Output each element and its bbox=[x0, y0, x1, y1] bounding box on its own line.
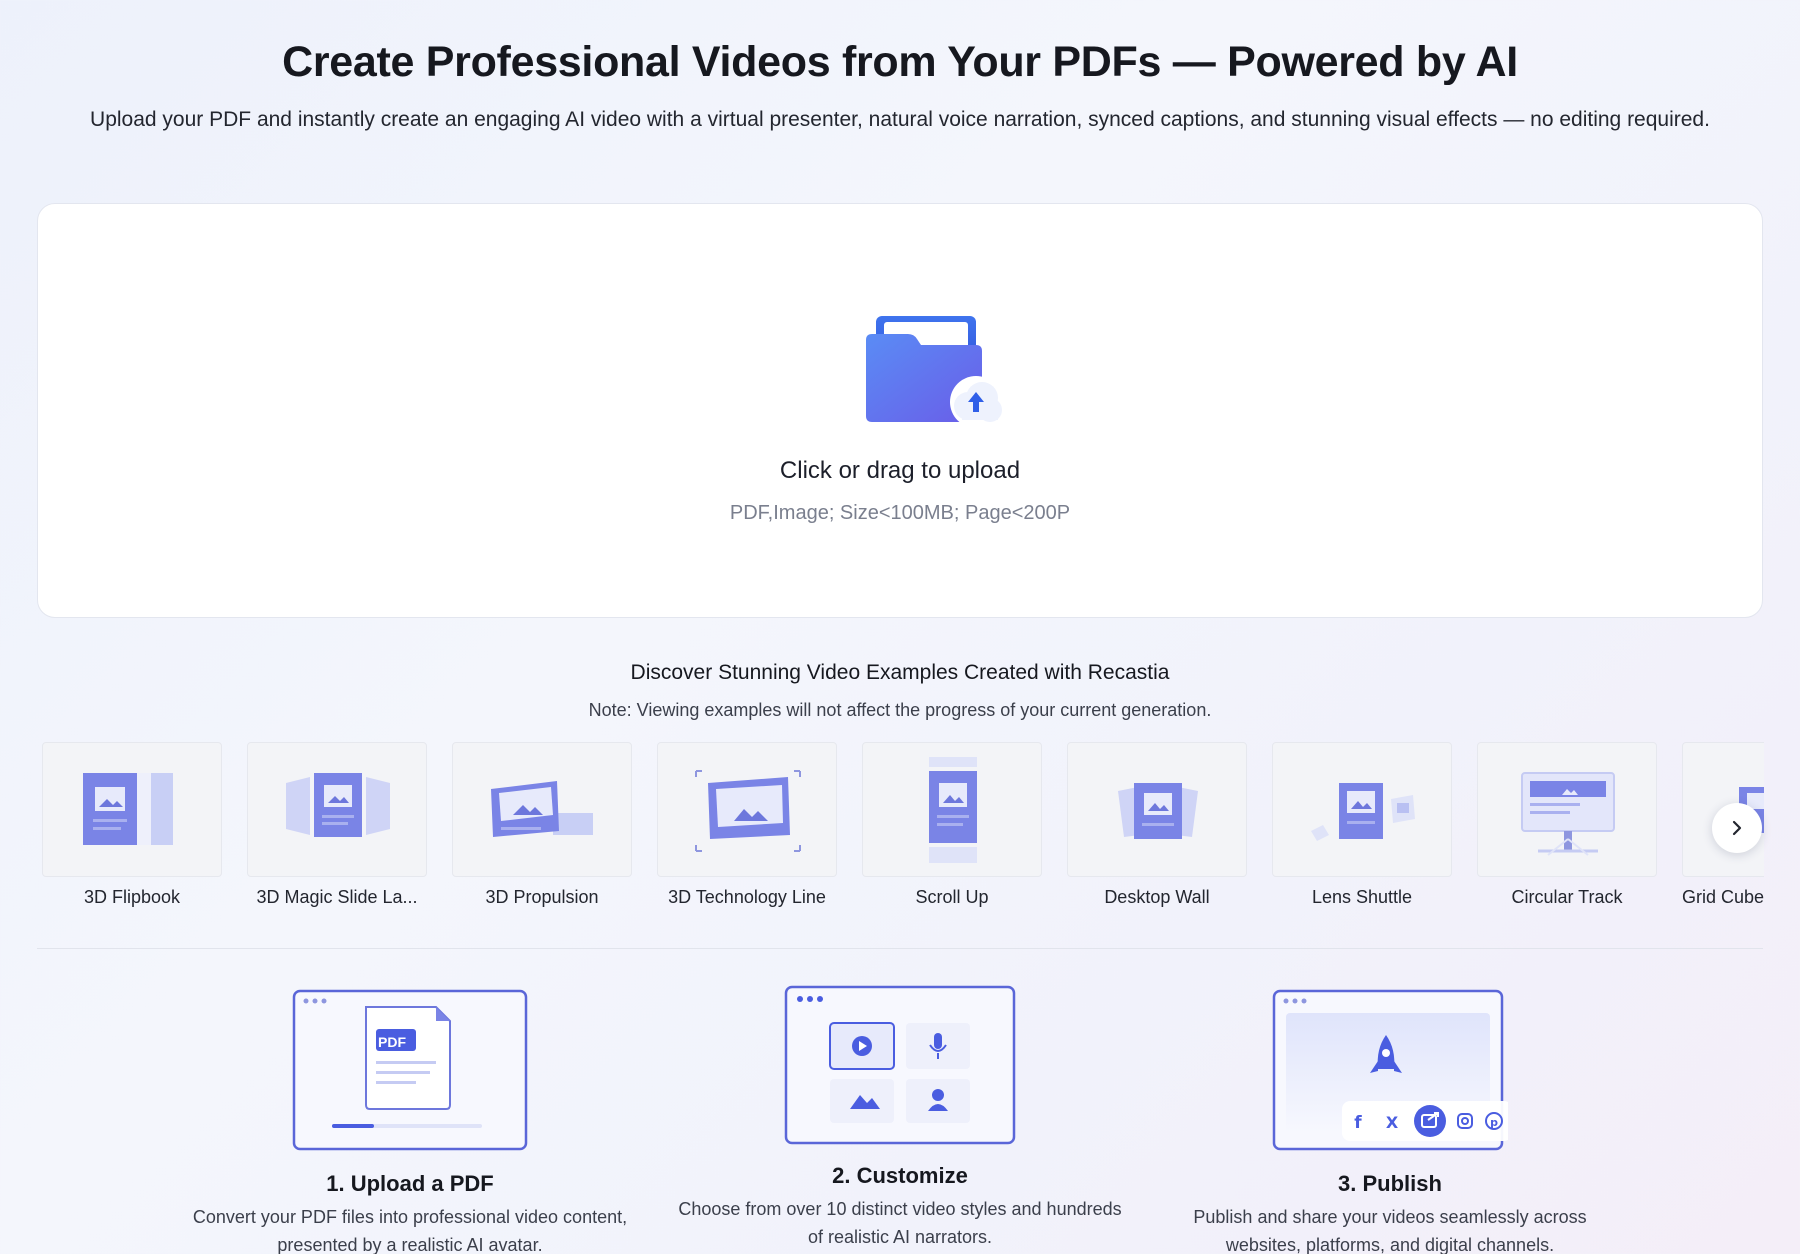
example-label: 3D Technology Line bbox=[668, 887, 826, 907]
upload-hint: PDF,Image; Size<100MB; Page<200P bbox=[729, 502, 1071, 524]
example-thumbnail bbox=[657, 742, 837, 877]
example-card-3d-magic-slide[interactable]: 3D Magic Slide La... bbox=[247, 742, 427, 908]
example-card-circular-track[interactable]: Circular Track bbox=[1477, 742, 1657, 908]
svg-text:f: f bbox=[1354, 1113, 1362, 1133]
example-label: Desktop Wall bbox=[1104, 887, 1210, 907]
examples-carousel: 3D Flipbook 3D Magic Slide La... 3D Prop… bbox=[42, 742, 1764, 922]
svg-text:X: X bbox=[1386, 1113, 1399, 1132]
section-divider bbox=[37, 948, 1763, 949]
step-title: 1. Upload a PDF bbox=[326, 1171, 494, 1196]
upload-title: Click or drag to upload bbox=[779, 457, 1021, 484]
example-thumbnail bbox=[1272, 742, 1452, 877]
example-thumbnail bbox=[1477, 742, 1657, 877]
pdf-upload-illustration bbox=[292, 989, 528, 1151]
example-label: Lens Shuttle bbox=[1311, 887, 1413, 907]
example-card-3d-propulsion[interactable]: 3D Propulsion bbox=[452, 742, 632, 908]
customize-illustration bbox=[784, 985, 1016, 1145]
pdf-badge: PDF bbox=[378, 1034, 406, 1050]
step-customize: 2. Customize Choose from over 10 distinc… bbox=[670, 985, 1130, 1251]
page-title: Create Professional Videos from Your PDF… bbox=[282, 38, 1518, 86]
step-desc: Publish and share your videos seamlessly… bbox=[1193, 1207, 1587, 1254]
example-thumbnail bbox=[247, 742, 427, 877]
upload-dropzone[interactable]: Click or drag to upload PDF,Image; Size<… bbox=[37, 203, 1763, 618]
publish-illustration: f X p bbox=[1272, 989, 1508, 1151]
example-thumbnail bbox=[452, 742, 632, 877]
step-title: 2. Customize bbox=[832, 1163, 968, 1188]
example-label: 3D Propulsion bbox=[485, 887, 599, 907]
examples-note: Note: Viewing examples will not affect t… bbox=[588, 700, 1212, 720]
example-card-scroll-up[interactable]: Scroll Up bbox=[862, 742, 1042, 908]
example-card-3d-flipbook[interactable]: 3D Flipbook bbox=[42, 742, 222, 908]
carousel-next-button[interactable] bbox=[1712, 803, 1762, 853]
svg-text:p: p bbox=[1490, 1116, 1498, 1129]
example-thumbnail bbox=[862, 742, 1042, 877]
example-label: Circular Track bbox=[1511, 887, 1623, 907]
example-card-3d-technology-line[interactable]: 3D Technology Line bbox=[657, 742, 837, 908]
example-thumbnail bbox=[1067, 742, 1247, 877]
example-card-lens-shuttle[interactable]: Lens Shuttle bbox=[1272, 742, 1452, 908]
step-publish: f X p 3. Publish Publish and share your … bbox=[1160, 985, 1620, 1254]
example-label: 3D Flipbook bbox=[83, 887, 181, 907]
chevron-right-icon bbox=[1732, 820, 1742, 836]
example-label: 3D Magic Slide La... bbox=[256, 887, 418, 907]
step-title: 3. Publish bbox=[1338, 1171, 1442, 1196]
step-upload: PDF 1. Upload a PDF Convert your PDF fil… bbox=[180, 985, 640, 1254]
example-card-desktop-wall[interactable]: Desktop Wall bbox=[1067, 742, 1247, 908]
example-label: Scroll Up bbox=[915, 887, 989, 907]
example-label: Grid Cube bbox=[1682, 887, 1764, 907]
step-desc: Convert your PDF files into professional… bbox=[192, 1207, 628, 1254]
example-thumbnail bbox=[42, 742, 222, 877]
page-subtitle: Upload your PDF and instantly create an … bbox=[90, 108, 1710, 131]
step-desc: Choose from over 10 distinct video style… bbox=[678, 1199, 1122, 1247]
folder-upload-icon bbox=[866, 316, 1002, 428]
examples-title: Discover Stunning Video Examples Created… bbox=[630, 661, 1170, 684]
